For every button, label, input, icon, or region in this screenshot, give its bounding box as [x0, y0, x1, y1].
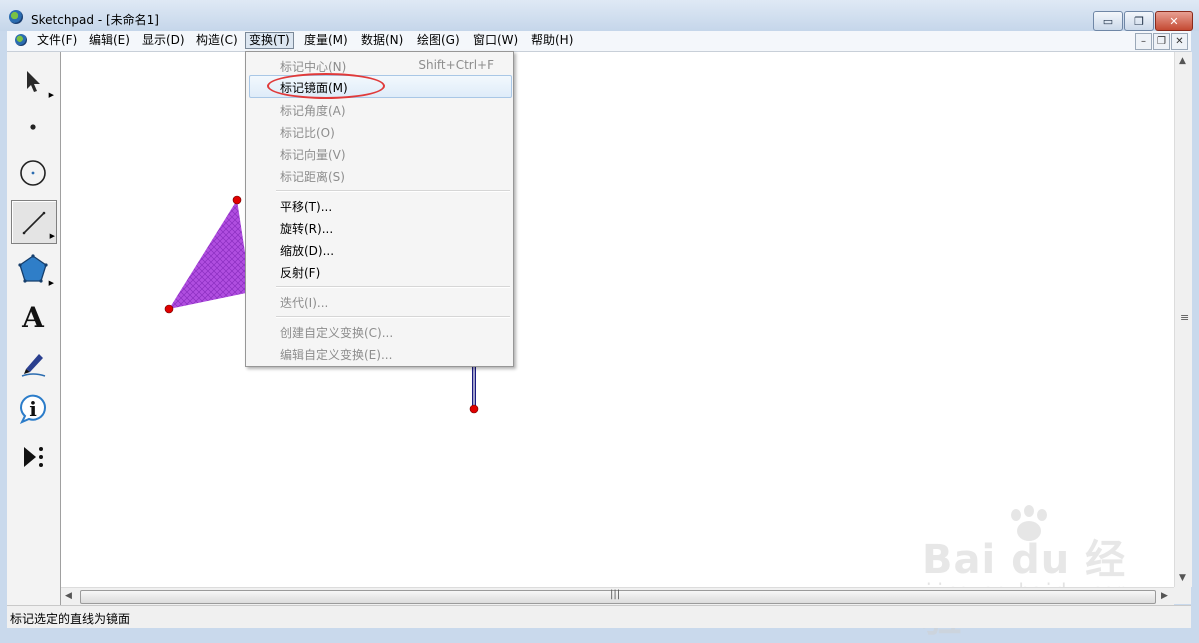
menu-item-create-custom-transform[interactable]: 创建自定义变换(C)... [249, 320, 510, 341]
menu-item-label: 标记比(O) [280, 126, 335, 140]
menu-separator [276, 286, 510, 288]
mdi-restore-button[interactable]: ❐ [1153, 33, 1170, 50]
polygon-tool[interactable]: ▶ [11, 248, 55, 290]
toolbox: ▶ ▶ ▶ A i [7, 52, 61, 605]
triangle-vertex-left[interactable] [164, 304, 174, 314]
mdi-close-button[interactable]: ✕ [1171, 33, 1188, 50]
menu-item-label: 标记角度(A) [280, 104, 346, 118]
compass-tool[interactable] [11, 152, 55, 194]
sketch-canvas[interactable]: Bai du 经验 jingyan.baidu.com [61, 52, 1174, 641]
menu-item-edit-custom-transform[interactable]: 编辑自定义变换(E)... [249, 342, 510, 363]
mirror-line-endpoint[interactable] [469, 404, 479, 414]
menu-item-label: 创建自定义变换(C)... [280, 326, 394, 340]
menu-item-mark-center[interactable]: 标记中心(N) Shift+Ctrl+F [249, 54, 510, 75]
menu-item-iterate[interactable]: 迭代(I)... [249, 290, 510, 311]
straightedge-tool[interactable]: ▶ [11, 200, 57, 244]
menu-separator [276, 190, 510, 192]
scroll-up-icon[interactable]: ▲ [1179, 56, 1186, 66]
menu-item-translate[interactable]: 平移(T)... [249, 194, 510, 215]
info-icon: i [29, 397, 37, 421]
horizontal-scroll-thumb[interactable]: ||| [80, 589, 1156, 604]
dot-icon [30, 124, 36, 130]
status-text: 标记选定的直线为镜面 [10, 612, 131, 626]
menu-graph[interactable]: 绘图(G) [414, 33, 463, 48]
custom-tool[interactable] [11, 436, 55, 478]
transform-menu-dropdown: 标记中心(N) Shift+Ctrl+F 标记镜面(M) 标记角度(A) 标记比… [245, 51, 514, 367]
menu-item-mark-ratio[interactable]: 标记比(O) [249, 120, 510, 141]
circle-icon [20, 160, 46, 186]
menu-construct[interactable]: 构造(C) [193, 33, 241, 48]
title-bar: Sketchpad - [未命名1] ▭ ❐ ✕ [0, 0, 1199, 31]
scroll-down-icon[interactable]: ▼ [1179, 573, 1186, 583]
vertical-scrollbar[interactable]: ▲ ≡ ▼ [1174, 52, 1192, 587]
scroll-right-icon[interactable]: ▶ [1161, 591, 1168, 601]
document-icon[interactable] [15, 34, 27, 46]
arrow-select-tool[interactable]: ▶ [11, 60, 55, 102]
menu-bar: 文件(F) 编辑(E) 显示(D) 构造(C) 变换(T) 度量(M) 数据(N… [7, 31, 1191, 52]
marker-pen-icon [21, 354, 46, 377]
menu-measure[interactable]: 度量(M) [301, 33, 351, 48]
tool-expand-icon: ▶ [48, 279, 54, 287]
pentagon-icon [18, 254, 48, 283]
menu-item-dilate[interactable]: 缩放(D)... [249, 238, 510, 259]
status-bar: 标记选定的直线为镜面 [7, 605, 1191, 628]
menu-data[interactable]: 数据(N) [358, 33, 406, 48]
scroll-grip-icon: ||| [610, 589, 621, 600]
menu-item-label: 反射(F) [280, 266, 321, 280]
menu-item-label: 迭代(I)... [280, 296, 329, 310]
menu-separator [276, 316, 510, 318]
menu-item-label: 标记距离(S) [280, 170, 345, 184]
scrollbar-corner [1174, 587, 1191, 604]
menu-item-mark-distance[interactable]: 标记距离(S) [249, 164, 510, 185]
menu-window[interactable]: 窗口(W) [470, 33, 521, 48]
restore-button[interactable]: ❐ [1124, 11, 1154, 31]
window-title: Sketchpad - [未命名1] [31, 13, 159, 27]
custom-tool-icon [24, 447, 43, 467]
mdi-minimize-button[interactable]: – [1135, 33, 1152, 50]
menu-file[interactable]: 文件(F) [34, 33, 80, 48]
text-tool[interactable]: A [11, 296, 55, 338]
text-a-icon: A [22, 300, 44, 334]
scroll-grip-icon: ≡ [1180, 311, 1190, 324]
info-tool[interactable]: i [11, 388, 55, 430]
menu-item-label: 旋转(R)... [280, 222, 334, 236]
restore-icon: ❐ [1134, 14, 1144, 28]
menu-item-mark-angle[interactable]: 标记角度(A) [249, 98, 510, 119]
minimize-button[interactable]: ▭ [1093, 11, 1123, 31]
menu-display[interactable]: 显示(D) [139, 33, 188, 48]
annotation-highlight-ring [267, 73, 385, 99]
menu-item-label: 标记向量(V) [280, 148, 346, 162]
triangle-vertex-top[interactable] [232, 195, 242, 205]
arrow-pointer-icon [27, 71, 40, 92]
marker-tool[interactable] [11, 342, 55, 384]
triangle-polygon[interactable] [169, 200, 251, 309]
menu-item-mark-vector[interactable]: 标记向量(V) [249, 142, 510, 163]
line-segment-icon [22, 211, 46, 235]
menu-help[interactable]: 帮助(H) [528, 33, 576, 48]
close-icon: ✕ [1169, 14, 1179, 28]
menu-item-rotate[interactable]: 旋转(R)... [249, 216, 510, 237]
tool-expand-icon: ▶ [49, 232, 55, 240]
sketchpad-app-icon[interactable] [9, 10, 23, 24]
horizontal-scrollbar[interactable]: ◀ ||| ▶ [61, 587, 1174, 605]
menu-item-shortcut: Shift+Ctrl+F [418, 58, 494, 72]
minimize-icon: ▭ [1102, 14, 1114, 28]
menu-transform[interactable]: 变换(T) [245, 32, 294, 49]
scroll-left-icon[interactable]: ◀ [65, 591, 72, 601]
menu-item-label: 编辑自定义变换(E)... [280, 348, 393, 362]
menu-item-label: 平移(T)... [280, 200, 333, 214]
close-button[interactable]: ✕ [1155, 11, 1193, 31]
menu-item-label: 缩放(D)... [280, 244, 335, 258]
point-tool[interactable] [11, 106, 55, 148]
menu-item-reflect[interactable]: 反射(F) [249, 260, 510, 281]
menu-edit[interactable]: 编辑(E) [86, 33, 133, 48]
tool-expand-icon: ▶ [48, 91, 54, 99]
